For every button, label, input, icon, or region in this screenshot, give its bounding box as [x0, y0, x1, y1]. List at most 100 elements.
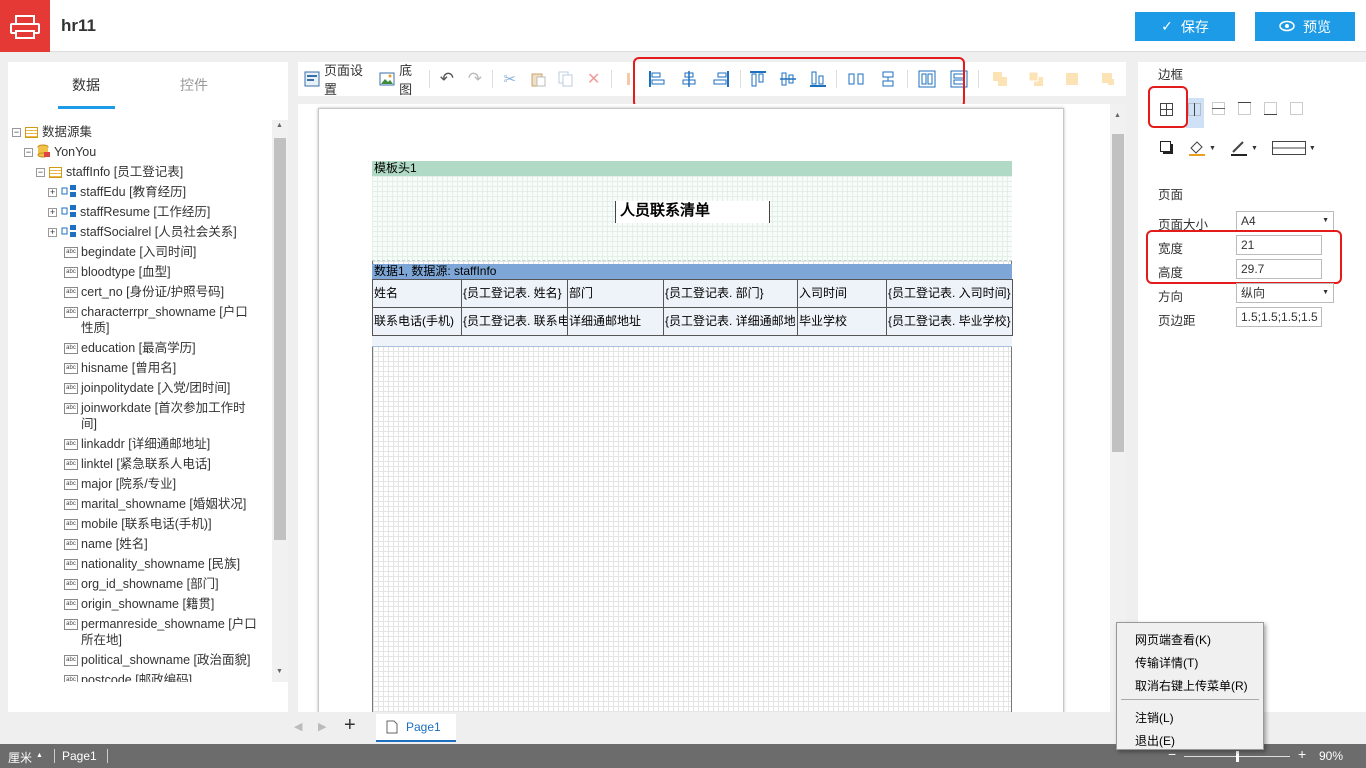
table-cell[interactable]: {员工登记表. 联系电: [461, 307, 568, 336]
inner-borders-button[interactable]: [1186, 98, 1204, 128]
tree-node-label: linkaddr [详细通邮地址]: [81, 436, 210, 452]
zoom-in-button[interactable]: +: [1298, 746, 1306, 762]
table-cell[interactable]: {员工登记表. 毕业学校}: [886, 307, 1013, 336]
table-cell[interactable]: 部门: [567, 279, 664, 308]
line-color-button[interactable]: ▼: [1230, 140, 1258, 156]
tree-field[interactable]: abc cert_no [身份证/护照号码]: [64, 284, 224, 300]
tree-field[interactable]: abc origin_showname [籍贯]: [64, 596, 214, 612]
copy-button[interactable]: [552, 62, 580, 96]
table-cell[interactable]: {员工登记表. 姓名}: [461, 279, 568, 308]
next-page-arrow[interactable]: ▶: [318, 720, 326, 733]
table-cell[interactable]: 毕业学校: [797, 307, 887, 336]
scrollbar-thumb[interactable]: [274, 138, 286, 540]
app-logo[interactable]: [0, 0, 50, 52]
top-border-icon[interactable]: [1238, 102, 1251, 115]
table-cell[interactable]: {员工登记表. 入司时间}: [886, 279, 1013, 308]
page-tab-page1[interactable]: Page1: [376, 714, 456, 742]
field-label: mobile [联系电话(手机)]: [81, 517, 212, 531]
collapse-icon[interactable]: −: [36, 168, 45, 177]
send-to-back-button[interactable]: [1090, 62, 1126, 96]
tree-field[interactable]: abc education [最高学历]: [64, 340, 196, 356]
tree-field[interactable]: abc political_showname [政治面貌]: [64, 652, 251, 668]
unit-select[interactable]: 厘米 ▲: [8, 749, 43, 766]
table-cell[interactable]: 联系电话(手机): [372, 307, 462, 336]
collapse-icon[interactable]: −: [12, 128, 21, 137]
scroll-down-arrow[interactable]: ▼: [276, 668, 283, 675]
data-band-label[interactable]: 数据1, 数据源: staffInfo: [372, 264, 1012, 279]
paste-button[interactable]: [524, 62, 552, 96]
outer-border-icon[interactable]: [1212, 102, 1225, 115]
tree-field[interactable]: abc name [姓名]: [64, 536, 148, 552]
tree-field[interactable]: abc hisname [曾用名]: [64, 360, 176, 376]
tree-field[interactable]: abc linkaddr [详细通邮地址]: [64, 436, 210, 452]
tree-datasource[interactable]: − YonYou: [24, 144, 96, 162]
tree-field[interactable]: abc major [院系/专业]: [64, 476, 176, 492]
send-backward-button[interactable]: [1018, 62, 1054, 96]
prev-page-arrow[interactable]: ◀: [294, 720, 302, 733]
bottom-border-icon[interactable]: [1264, 102, 1277, 115]
cut-button[interactable]: ✂: [496, 62, 524, 96]
menu-item-transfer-details[interactable]: 传输详情(T): [1135, 654, 1198, 671]
collapse-icon[interactable]: −: [24, 148, 33, 157]
tree-field[interactable]: abc marital_showname [婚姻状况]: [64, 496, 246, 512]
table-cell[interactable]: {员工登记表. 部门}: [663, 279, 798, 308]
preview-button[interactable]: 预览: [1255, 12, 1355, 41]
tree-field[interactable]: abc characterrpr_showname [户口 性质]: [64, 304, 248, 336]
tree-field[interactable]: abc permanreside_showname [户口 所在地]: [64, 616, 257, 648]
tree-root[interactable]: − 数据源集: [12, 124, 92, 140]
tree-table[interactable]: − staffInfo [员工登记表]: [36, 164, 183, 180]
tree-field[interactable]: abc bloodtype [血型]: [64, 264, 171, 280]
bring-to-front-button[interactable]: [1054, 62, 1090, 96]
add-page-button[interactable]: +: [344, 714, 356, 737]
background-image-button[interactable]: 底图: [373, 62, 426, 97]
report-title-textbox[interactable]: 人员联系清单: [615, 201, 770, 223]
table-cell[interactable]: 入司时间: [797, 279, 887, 308]
field-label: cert_no [身份证/护照号码]: [81, 285, 225, 299]
tree-field[interactable]: abc org_id_showname [部门]: [64, 576, 219, 592]
menu-item-logout[interactable]: 注销(L): [1135, 709, 1174, 726]
redo-button[interactable]: ↷: [461, 62, 489, 96]
margin-input[interactable]: 1.5;1.5;1.5;1.5: [1236, 307, 1322, 327]
menu-item-exit[interactable]: 退出(E): [1135, 732, 1175, 749]
canvas-scrollbar-thumb[interactable]: [1112, 134, 1124, 452]
tree-field[interactable]: abc mobile [联系电话(手机)]: [64, 516, 212, 532]
no-border-icon[interactable]: [1290, 102, 1303, 115]
bring-forward-button[interactable]: [982, 62, 1018, 96]
menu-item-web-view[interactable]: 网页端查看(K): [1135, 631, 1211, 648]
tree-field[interactable]: abc postcode [邮政编码]: [64, 672, 192, 682]
field-label: major [院系/专业]: [81, 477, 177, 491]
page-setup-button[interactable]: 页面设置: [298, 62, 373, 97]
tree-subtable[interactable]: + staffResume [工作经历]: [48, 204, 210, 222]
page-size-select[interactable]: A4 ▼: [1236, 211, 1334, 231]
tab-controls[interactable]: 控件: [124, 62, 264, 108]
zoom-slider-thumb[interactable]: [1236, 751, 1239, 762]
orientation-select[interactable]: 纵向 ▼: [1236, 283, 1334, 303]
redo-icon: ↷: [467, 69, 483, 88]
tree-subtable[interactable]: + staffSocialrel [人员社会关系]: [48, 224, 237, 242]
undo-button[interactable]: ↶: [433, 62, 461, 96]
menu-item-cancel-upload-menu[interactable]: 取消右键上传菜单(R): [1135, 677, 1248, 694]
delete-button[interactable]: ✕: [580, 62, 608, 96]
tree-scrollbar[interactable]: ▲ ▼: [272, 120, 288, 682]
expand-icon[interactable]: +: [48, 208, 57, 217]
tree-field[interactable]: abc begindate [入司时间]: [64, 244, 196, 260]
table-cell[interactable]: 姓名: [372, 279, 462, 308]
shadow-icon[interactable]: [1160, 141, 1174, 155]
table-cell[interactable]: {员工登记表. 详细通邮地: [663, 307, 798, 336]
line-style-button[interactable]: ▼: [1271, 141, 1316, 155]
expand-icon[interactable]: +: [48, 188, 57, 197]
save-button[interactable]: ✓ 保存: [1135, 12, 1235, 41]
tree-field[interactable]: abc nationality_showname [民族]: [64, 556, 240, 572]
header-band-label[interactable]: 模板头1: [372, 161, 1012, 176]
scroll-up-arrow[interactable]: ▲: [276, 122, 283, 129]
tree-field[interactable]: abc joinpolitydate [入党/团时间]: [64, 380, 230, 396]
design-canvas[interactable]: 模板头1 人员联系清单 数据1, 数据源: staffInfo 姓名 {员工登记表…: [298, 104, 1126, 714]
tree-field[interactable]: abc joinworkdate [首次参加工作时 间]: [64, 400, 246, 432]
expand-icon[interactable]: +: [48, 228, 57, 237]
fill-color-button[interactable]: ▼: [1188, 140, 1216, 156]
field-label: origin_showname [籍贯]: [81, 597, 215, 611]
tree-field[interactable]: abc linktel [紧急联系人电话]: [64, 456, 211, 472]
canvas-scroll-up[interactable]: ▲: [1114, 112, 1121, 119]
tree-subtable[interactable]: + staffEdu [教育经历]: [48, 184, 186, 202]
table-cell[interactable]: 详细通邮地址: [567, 307, 664, 336]
